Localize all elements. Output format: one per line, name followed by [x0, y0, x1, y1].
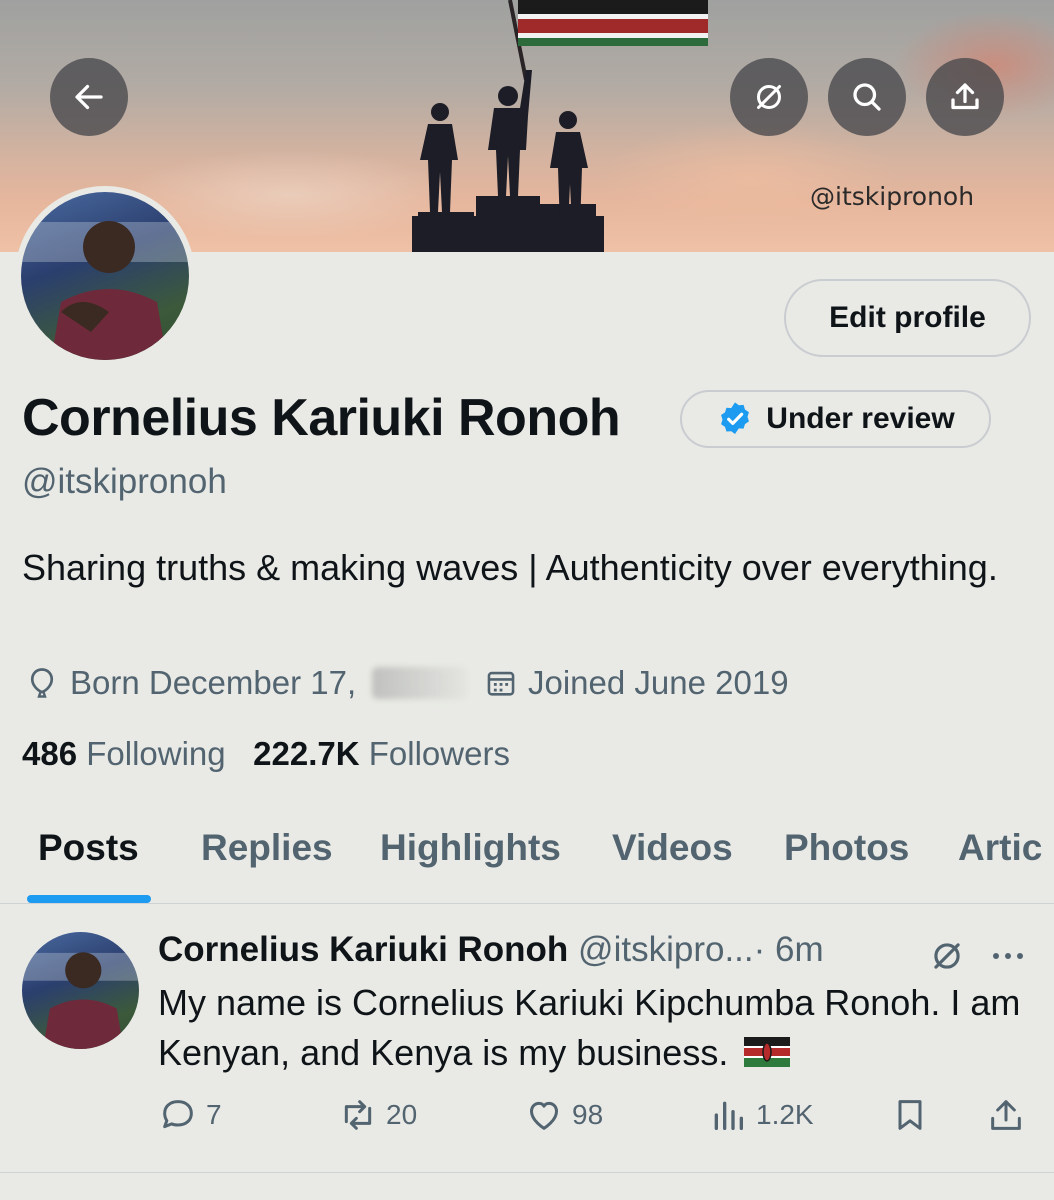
search-button[interactable]: [828, 58, 906, 136]
reply-count: 7: [206, 1099, 222, 1130]
balloon-icon: [30, 668, 54, 698]
post-body: My name is Cornelius Kariuki Kipchumba R…: [158, 982, 1021, 1073]
tab-photos[interactable]: Photos: [784, 827, 909, 869]
tab-videos[interactable]: Videos: [612, 827, 733, 869]
post-text: My name is Cornelius Kariuki Kipchumba R…: [158, 978, 1038, 1078]
joined-label: Joined June 2019: [528, 664, 789, 701]
following-count: 486: [22, 735, 78, 772]
blurred-year: [372, 667, 468, 699]
view-count: 1.2K: [756, 1099, 814, 1130]
avatar-photo: [21, 192, 189, 360]
profile-avatar[interactable]: [15, 186, 195, 366]
profile-tabs: Posts Replies Highlights Videos Photos A…: [0, 800, 1054, 904]
post-author-name[interactable]: Cornelius Kariuki Ronoh: [158, 930, 568, 969]
post-header: Cornelius Kariuki Ronoh @itskipro...· 6m: [158, 930, 824, 970]
banner-watermark: @itskipronoh: [810, 182, 975, 211]
followers-link[interactable]: 222.7K Followers: [253, 735, 510, 772]
bookmark-icon: [898, 1100, 922, 1130]
tab-replies[interactable]: Replies: [201, 827, 333, 869]
repost-count: 20: [386, 1099, 418, 1130]
grok-button[interactable]: [730, 58, 808, 136]
post-author-handle[interactable]: @itskipro...: [578, 930, 754, 969]
badge-label: Under review: [766, 402, 955, 435]
heart-icon: [530, 1101, 558, 1130]
analytics-icon: [714, 1101, 743, 1130]
repost-icon: [344, 1100, 372, 1130]
reply-icon: [163, 1100, 193, 1129]
share-icon: [991, 1100, 1021, 1130]
kenya-flag-icon: [744, 1037, 791, 1067]
share-post-button[interactable]: [986, 1095, 1026, 1135]
grok-icon: [757, 85, 781, 109]
calendar-icon: [487, 671, 515, 696]
post-timestamp[interactable]: · 6m: [754, 930, 824, 969]
bookmark-button[interactable]: [890, 1095, 930, 1135]
share-button[interactable]: [926, 58, 1004, 136]
back-button[interactable]: [50, 58, 128, 136]
grok-icon[interactable]: [928, 937, 966, 975]
repost-button[interactable]: 20: [338, 1095, 417, 1135]
following-link[interactable]: 486 Following: [22, 735, 226, 772]
display-name: Cornelius Kariuki Ronoh: [22, 389, 621, 447]
verified-badge-icon: [721, 402, 750, 435]
tab-articles[interactable]: Artic: [958, 827, 1042, 869]
views-button[interactable]: 1.2K: [708, 1095, 814, 1135]
post-author-avatar[interactable]: [22, 932, 139, 1049]
tab-highlights[interactable]: Highlights: [380, 827, 561, 869]
profile-handle: @itskipronoh: [22, 462, 227, 501]
post-actions: 7 20 98 1.2K: [158, 1095, 1038, 1145]
tab-posts[interactable]: Posts: [38, 827, 139, 869]
profile-bio: Sharing truths & making waves | Authenti…: [22, 547, 998, 588]
follow-stats: 486 Following 222.7K Followers: [22, 735, 510, 773]
followers-label: Followers: [368, 735, 510, 772]
edit-profile-button[interactable]: Edit profile: [784, 279, 1031, 357]
arrow-left-icon: [75, 84, 103, 110]
born-label: Born December 17,: [70, 664, 357, 701]
like-count: 98: [572, 1099, 604, 1130]
birthdate-info: Born December 17,: [24, 664, 468, 702]
reply-button[interactable]: 7: [158, 1095, 222, 1135]
share-icon: [951, 83, 979, 110]
search-icon: [853, 83, 881, 111]
more-options-icon[interactable]: [990, 941, 1026, 971]
post-item[interactable]: Cornelius Kariuki Ronoh @itskipro...· 6m…: [0, 905, 1054, 1173]
like-button[interactable]: 98: [524, 1095, 603, 1135]
joined-info: Joined June 2019: [484, 664, 789, 702]
banner-silhouette-image: [412, 0, 708, 252]
followers-count: 222.7K: [253, 735, 360, 772]
verification-status-badge[interactable]: Under review: [680, 390, 991, 448]
following-label: Following: [86, 735, 226, 772]
active-tab-indicator: [27, 895, 151, 903]
